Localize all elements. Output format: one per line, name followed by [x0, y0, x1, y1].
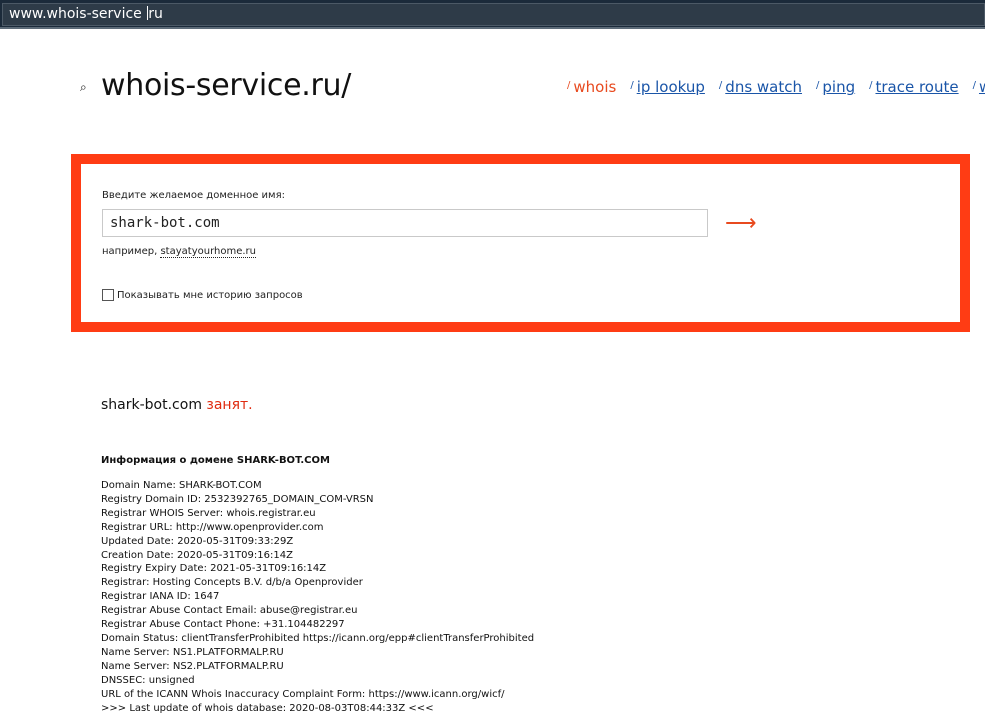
- nav-tick-icon: /: [630, 80, 634, 91]
- history-checkbox[interactable]: [102, 289, 114, 301]
- whois-line: Creation Date: 2020-05-31T09:16:14Z: [101, 549, 293, 561]
- whois-record: Domain Name: SHARK-BOT.COM Registry Domai…: [101, 479, 534, 715]
- nav-item-dns-watch[interactable]: / dns watch: [719, 78, 802, 96]
- submit-arrow-button[interactable]: ⟶: [725, 209, 757, 237]
- url-text-start: www.whois-service: [9, 6, 147, 22]
- url-field[interactable]: www.whois-service ru: [2, 3, 985, 26]
- domain-search-panel: Введите желаемое доменное имя: ⟶ наприме…: [71, 154, 970, 332]
- logo-text: whois-service.ru/: [101, 68, 352, 103]
- whois-line: URL of the ICANN Whois Inaccuracy Compla…: [101, 688, 505, 700]
- whois-line: Registrar IANA ID: 1647: [101, 591, 220, 603]
- nav-tick-icon: /: [816, 80, 820, 91]
- nav-item-ping[interactable]: / ping: [816, 78, 855, 96]
- magnifier-icon: ⌕: [80, 80, 87, 94]
- example-prefix: например,: [102, 246, 158, 257]
- domain-input[interactable]: [102, 209, 708, 237]
- nav-link[interactable]: dns watch: [725, 78, 802, 96]
- nav-tick-icon: /: [869, 80, 873, 91]
- whois-line: Registrar Abuse Contact Phone: +31.10448…: [101, 619, 345, 631]
- whois-line: Domain Name: SHARK-BOT.COM: [101, 480, 262, 491]
- domain-input-label: Введите желаемое доменное имя:: [102, 190, 285, 201]
- example-domain-link[interactable]: stayatyourhome.ru: [160, 246, 256, 258]
- whois-line: >>> Last update of whois database: 2020-…: [101, 702, 434, 714]
- example-hint: например, stayatyourhome.ru: [102, 246, 256, 258]
- whois-line: Registry Expiry Date: 2021-05-31T09:16:1…: [101, 563, 327, 575]
- whois-line: Name Server: NS2.PLATFORMALP.RU: [101, 660, 284, 672]
- nav-tick-icon: /: [972, 80, 976, 91]
- nav-link[interactable]: ping: [822, 78, 855, 96]
- history-toggle[interactable]: Показывать мне историю запросов: [102, 289, 303, 301]
- nav-item-trace-route[interactable]: / trace route: [869, 78, 959, 96]
- nav-link[interactable]: trace route: [875, 78, 958, 96]
- result-domain: shark-bot.com: [101, 397, 202, 413]
- nav-item-wh[interactable]: /wh: [973, 78, 985, 96]
- nav-link[interactable]: ip lookup: [637, 78, 705, 96]
- nav-tick-icon: /: [567, 80, 571, 91]
- whois-line: Name Server: NS1.PLATFORMALP.RU: [101, 646, 284, 658]
- whois-line: Domain Status: clientTransferProhibited …: [101, 632, 535, 644]
- whois-line: DNSSEC: unsigned: [101, 674, 195, 686]
- nav-item-ip-lookup[interactable]: / ip lookup: [630, 78, 705, 96]
- top-navigation: / whois / ip lookup / dns watch / ping / trace ro…: [567, 78, 985, 96]
- domain-status: shark-bot.com занят.: [101, 397, 253, 413]
- whois-line: Updated Date: 2020-05-31T09:33:29Z: [101, 535, 294, 547]
- history-label: Показывать мне историю запросов: [117, 289, 303, 301]
- nav-link[interactable]: wh: [979, 78, 985, 96]
- nav-tick-icon: /: [718, 80, 723, 91]
- url-text-end: ru: [148, 6, 163, 22]
- whois-line: Registrar URL: http://www.openprovider.c…: [101, 521, 324, 533]
- whois-line: Registry Domain ID: 2532392765_DOMAIN_CO…: [101, 493, 374, 505]
- nav-link[interactable]: whois: [573, 78, 616, 96]
- whois-line: Registrar Abuse Contact Email: abuse@reg…: [101, 605, 358, 617]
- whois-info-title: Информация о домене SHARK-BOT.COM: [101, 455, 330, 466]
- status-badge: занят.: [206, 397, 253, 413]
- browser-address-bar: www.whois-service ru: [0, 0, 985, 29]
- whois-line: Registrar WHOIS Server: whois.registrar.…: [101, 507, 316, 519]
- whois-line: Registrar: Hosting Concepts B.V. d/b/a O…: [101, 577, 363, 589]
- nav-item-whois[interactable]: / whois: [567, 78, 616, 96]
